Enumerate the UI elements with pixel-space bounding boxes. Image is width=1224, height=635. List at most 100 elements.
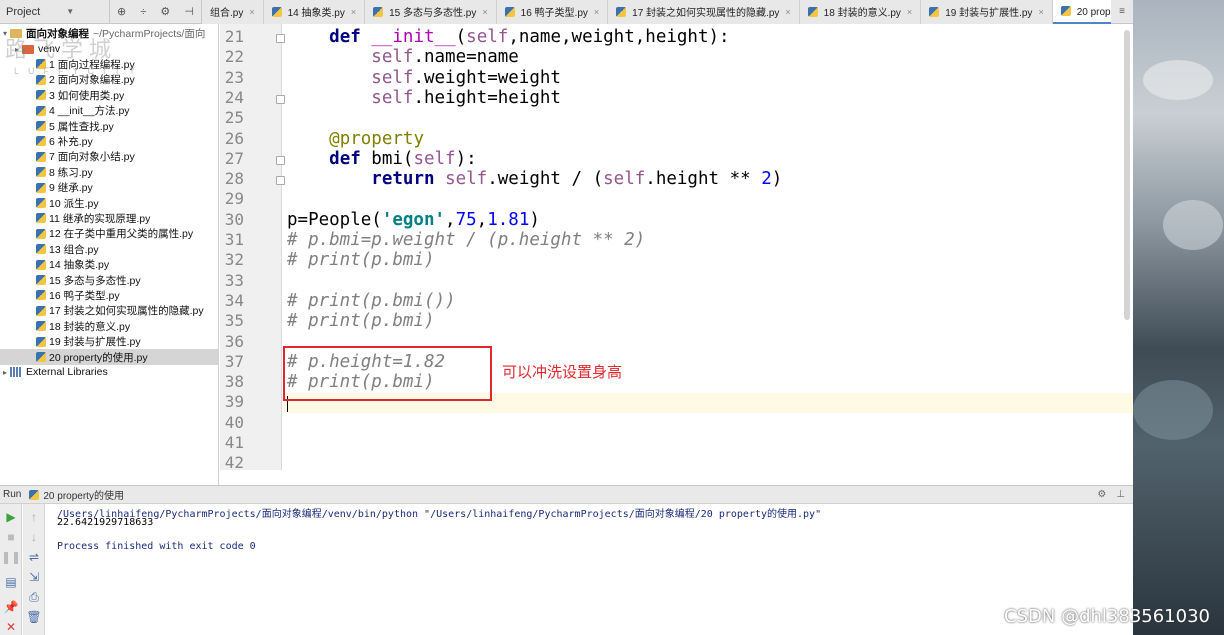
chevron-down-icon: ▼ bbox=[66, 7, 75, 16]
console-process-status: Process finished with exit code 0 bbox=[57, 541, 256, 552]
editor-tab[interactable]: 19 封装与扩展性.py × bbox=[921, 0, 1053, 24]
trash-icon[interactable]: 🗑 bbox=[26, 610, 41, 624]
line-number: 38 bbox=[224, 372, 244, 392]
console-output[interactable]: /Users/linhaifeng/PycharmProjects/面向对象编程… bbox=[46, 504, 1133, 635]
python-file-icon bbox=[271, 6, 282, 17]
code-line-26: @property bbox=[329, 128, 424, 149]
tree-item-label: 12 在子类中重用父类的属性.py bbox=[49, 228, 194, 241]
soft-wrap-icon[interactable]: ⇌ bbox=[27, 550, 41, 564]
tree-item-file[interactable]: 3 如何使用类.py bbox=[0, 88, 218, 103]
run-tab-label[interactable]: Run bbox=[3, 489, 21, 500]
tree-item-file[interactable]: 10 派生.py bbox=[0, 195, 218, 210]
tree-item-label: 9 继承.py bbox=[49, 182, 93, 195]
vertical-scrollbar[interactable] bbox=[1124, 30, 1130, 320]
layout-icon[interactable]: ▤ bbox=[4, 575, 18, 589]
code-editor[interactable]: 21 22 23 24 25 26 27 28 29 30 31 32 33 34 35 36 37 38 39 40… bbox=[220, 24, 1133, 470]
expand-arrow-icon[interactable]: ▸ bbox=[0, 368, 10, 377]
tree-item-file[interactable]: 1 面向过程编程.py bbox=[0, 57, 218, 72]
code-line-28: return self.weight / (self.height ** 2) bbox=[371, 169, 783, 190]
close-icon[interactable]: × bbox=[482, 7, 487, 17]
run-config[interactable]: 20 property的使用 bbox=[29, 487, 124, 502]
run-icon[interactable]: ▶ bbox=[4, 510, 18, 524]
csdn-watermark: CSDN @dhl383561030 bbox=[1004, 606, 1210, 627]
close-icon[interactable]: × bbox=[249, 7, 254, 17]
tree-item-label: 7 面向对象小结.py bbox=[49, 151, 135, 164]
close-icon[interactable]: × bbox=[785, 7, 790, 17]
hide-panel-icon[interactable]: ⊣ bbox=[184, 5, 194, 18]
arrow-down-icon[interactable]: ↓ bbox=[27, 530, 41, 544]
tree-item-file[interactable]: 7 面向对象小结.py bbox=[0, 149, 218, 164]
code-line-34: # print(p.bmi()) bbox=[287, 290, 456, 311]
tree-item-label: 20 property的使用.py bbox=[49, 351, 148, 364]
project-panel-tools: ⊕ ÷ ⚙ ⊣ bbox=[110, 0, 202, 24]
line-number: 36 bbox=[224, 331, 244, 351]
line-number: 37 bbox=[224, 351, 244, 371]
tab-overflow-menu-icon[interactable]: ≡ bbox=[1111, 0, 1133, 24]
tree-item-label: 10 派生.py bbox=[49, 197, 99, 210]
editor-tab[interactable]: 组合.py × bbox=[202, 0, 264, 24]
tree-item-file[interactable]: 13 组合.py bbox=[0, 242, 218, 257]
tree-item-label: 15 多态与多态性.py bbox=[49, 274, 141, 287]
close-icon[interactable]: × bbox=[907, 7, 912, 17]
external-libraries-label: External Libraries bbox=[26, 366, 108, 379]
tree-item-venv[interactable]: ▸ venv bbox=[0, 41, 218, 56]
fold-marker-icon[interactable] bbox=[276, 155, 285, 165]
gear-icon[interactable]: ⚙ bbox=[160, 5, 170, 18]
line-number: 24 bbox=[224, 87, 244, 107]
scroll-to-end-icon[interactable]: ⇲ bbox=[27, 570, 41, 584]
pin-icon[interactable]: 📌 bbox=[4, 600, 19, 614]
collapse-all-icon[interactable]: ⊕ bbox=[117, 5, 126, 18]
tree-item-file[interactable]: 11 继承的实现原理.py bbox=[0, 211, 218, 226]
hide-panel-icon[interactable]: ⊥ bbox=[1116, 489, 1125, 500]
tree-item-file[interactable]: 16 鸭子类型.py bbox=[0, 288, 218, 303]
tree-item-file[interactable]: 6 补充.py bbox=[0, 134, 218, 149]
tree-item-file[interactable]: 17 封装之如何实现属性的隐藏.py bbox=[0, 303, 218, 318]
code-line-30: p=People('egon',75,1.81) bbox=[287, 209, 540, 230]
line-number: 35 bbox=[224, 311, 244, 331]
editor-tab[interactable]: 16 鸭子类型.py × bbox=[496, 0, 609, 24]
close-icon[interactable]: ✕ bbox=[4, 620, 18, 634]
editor-tab-label: 15 多态与多态性.py bbox=[389, 8, 477, 19]
fold-marker-icon[interactable] bbox=[276, 176, 285, 186]
tree-item-file[interactable]: 15 多态与多态性.py bbox=[0, 272, 218, 287]
console-command: /Users/linhaifeng/PycharmProjects/面向对象编程… bbox=[57, 509, 822, 520]
scroll-from-source-icon[interactable]: ÷ bbox=[140, 6, 146, 18]
line-number: 31 bbox=[224, 230, 244, 249]
tree-item-file[interactable]: 20 property的使用.py bbox=[0, 349, 218, 365]
tree-root-folder[interactable]: ▾ 面向对象编程 ~/PycharmProjects/面向 bbox=[0, 26, 218, 41]
stop-icon[interactable]: ■ bbox=[4, 530, 18, 544]
line-number: 22 bbox=[224, 47, 244, 67]
fold-marker-icon[interactable] bbox=[276, 34, 285, 43]
tree-item-file[interactable]: 5 属性查找.py bbox=[0, 118, 218, 133]
tree-item-file[interactable]: 8 练习.py bbox=[0, 165, 218, 180]
editor-tab[interactable]: 15 多态与多态性.py × bbox=[365, 0, 497, 24]
tree-item-file[interactable]: 19 封装与扩展性.py bbox=[0, 334, 218, 349]
close-icon[interactable]: × bbox=[1038, 7, 1043, 17]
tree-item-file[interactable]: 9 继承.py bbox=[0, 180, 218, 195]
editor-tab[interactable]: 20 property的使用.py× bbox=[1052, 0, 1111, 24]
gear-icon[interactable]: ⚙ bbox=[1097, 489, 1106, 500]
fold-marker-icon[interactable] bbox=[276, 94, 285, 104]
tree-item-file[interactable]: 14 抽象类.py bbox=[0, 257, 218, 272]
editor-tab[interactable]: 18 封装的意义.py × bbox=[799, 0, 922, 24]
editor-tab[interactable]: 17 封装之如何实现属性的隐藏.py × bbox=[608, 0, 800, 24]
tree-item-file[interactable]: 18 封装的意义.py bbox=[0, 319, 218, 334]
project-view-selector[interactable]: Project ▼ bbox=[0, 0, 110, 24]
tree-item-label: 16 鸭子类型.py bbox=[49, 289, 120, 302]
python-file-icon bbox=[36, 213, 46, 224]
arrow-up-icon[interactable]: ↑ bbox=[27, 510, 41, 524]
tree-item-external-libraries[interactable]: ▸ External Libraries bbox=[0, 365, 218, 380]
pause-icon[interactable]: ❚❚ bbox=[1, 550, 21, 564]
tree-item-file[interactable]: 2 面向对象编程.py bbox=[0, 72, 218, 87]
run-toolbar-secondary: ↑ ↓ ⇌ ⇲ ⎙ 🗑 bbox=[23, 504, 45, 635]
close-icon[interactable]: × bbox=[351, 7, 356, 17]
expand-arrow-icon[interactable]: ▸ bbox=[12, 45, 22, 54]
tree-item-file[interactable]: 12 在子类中重用父类的属性.py bbox=[0, 226, 218, 241]
print-icon[interactable]: ⎙ bbox=[27, 590, 41, 604]
editor-tab[interactable]: 14 抽象类.py × bbox=[263, 0, 366, 24]
tree-item-file[interactable]: 4 __init__方法.py bbox=[0, 103, 218, 118]
expand-arrow-icon[interactable]: ▾ bbox=[0, 29, 10, 38]
library-icon bbox=[10, 367, 22, 378]
close-icon[interactable]: × bbox=[594, 7, 599, 17]
line-number: 42 bbox=[224, 453, 244, 470]
